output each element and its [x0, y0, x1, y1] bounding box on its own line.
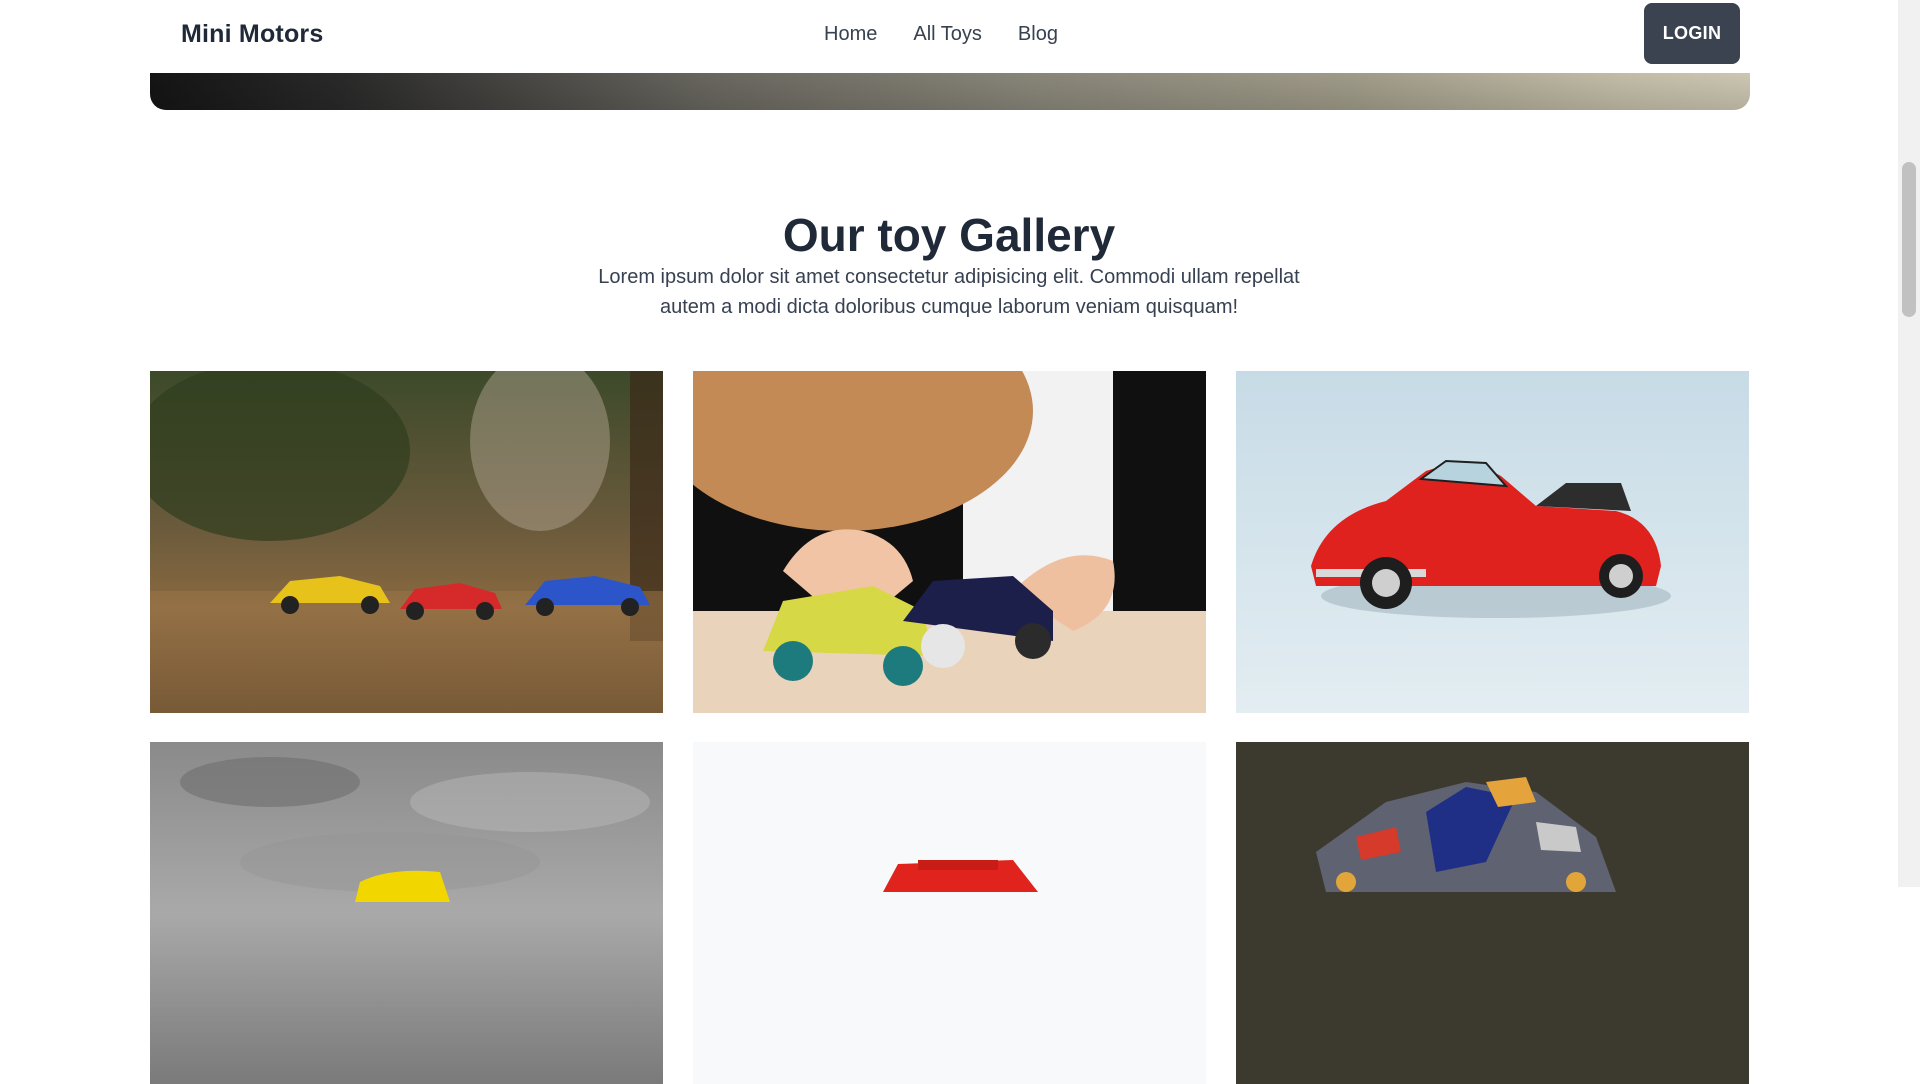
main-nav: Home All Toys Blog [824, 22, 1094, 46]
scrollbar-thumb[interactable] [1902, 162, 1916, 317]
nav-link-blog[interactable]: Blog [1018, 22, 1058, 46]
child-playing-toy-cars-photo [693, 371, 1206, 713]
gallery-title: Our toy Gallery [782, 209, 1116, 261]
nav-link-home[interactable]: Home [824, 22, 877, 46]
gallery-image-1[interactable] [150, 371, 663, 713]
gallery-image-5[interactable] [693, 742, 1206, 1084]
nav-link-all-toys[interactable]: All Toys [913, 22, 982, 46]
gallery-description: Lorem ipsum dolor sit amet consectetur a… [598, 266, 1300, 318]
red-convertible-beetle-photo [1236, 371, 1749, 713]
brand-logo-text[interactable]: Mini Motors [181, 20, 323, 49]
gallery-image-2[interactable] [693, 371, 1206, 713]
gallery-image-3[interactable] [1236, 371, 1749, 713]
navbar: Mini Motors Home All Toys Blog LOGIN [0, 0, 1898, 73]
yellow-toy-car-on-sand-photo [150, 742, 663, 1084]
page-scrollbar[interactable] [1898, 0, 1920, 887]
mini-4wd-racer-photo [1236, 742, 1749, 1084]
gallery-image-4[interactable] [150, 742, 663, 1084]
gallery-image-6[interactable] [1236, 742, 1749, 1084]
three-toy-cars-photo [150, 371, 663, 713]
red-toy-jeep-photo [693, 742, 1206, 1084]
login-button[interactable]: LOGIN [1644, 3, 1740, 64]
